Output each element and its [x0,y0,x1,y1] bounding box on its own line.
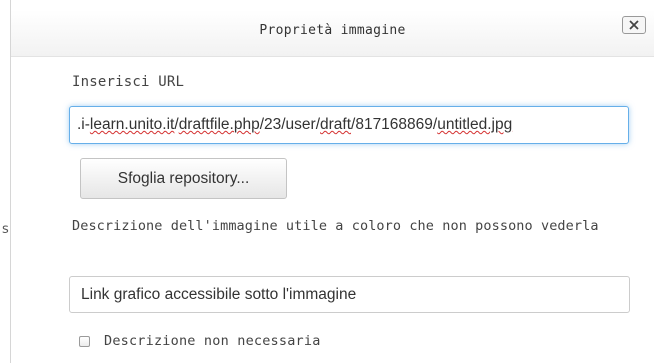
url-segment: /23/user/ [259,116,320,133]
close-button[interactable] [622,16,646,34]
url-label: Inserisci URL [72,74,185,90]
url-input[interactable]: .i-learn.unito.it/draftfile.php/23/user/… [69,106,629,144]
url-segment-spellcheck: learn.unito.it [89,116,175,133]
dialog-title: Proprietà immagine [259,23,406,38]
url-segment-spellcheck: draftfile.php [178,116,260,133]
image-properties-dialog: Proprietà immagine Inserisci URL .i-lear… [11,0,654,363]
page: s Proprietà immagine Inserisci URL .i-le… [0,0,654,363]
image-description-input[interactable]: Link grafico accessibile sotto l'immagin… [69,276,630,313]
dialog-header[interactable]: Proprietà immagine [11,10,654,57]
url-segment-spellcheck: untitled.jpg [437,116,513,133]
decorative-label[interactable]: Descrizione non necessaria [104,333,321,349]
browse-repository-button[interactable]: Sfoglia repository... [80,158,287,199]
url-segment-spellcheck: draft [320,116,352,133]
decorative-checkbox[interactable] [79,335,90,347]
decorative-row: Descrizione non necessaria [79,331,321,351]
url-segment: .i- [77,116,90,133]
background-partial-text: s [2,222,9,237]
background-page-edge: s [0,0,11,363]
image-description-label: Descrizione dell'immagine utile a coloro… [72,218,599,234]
close-icon [629,20,639,30]
url-segment: /817168869/ [351,116,438,133]
